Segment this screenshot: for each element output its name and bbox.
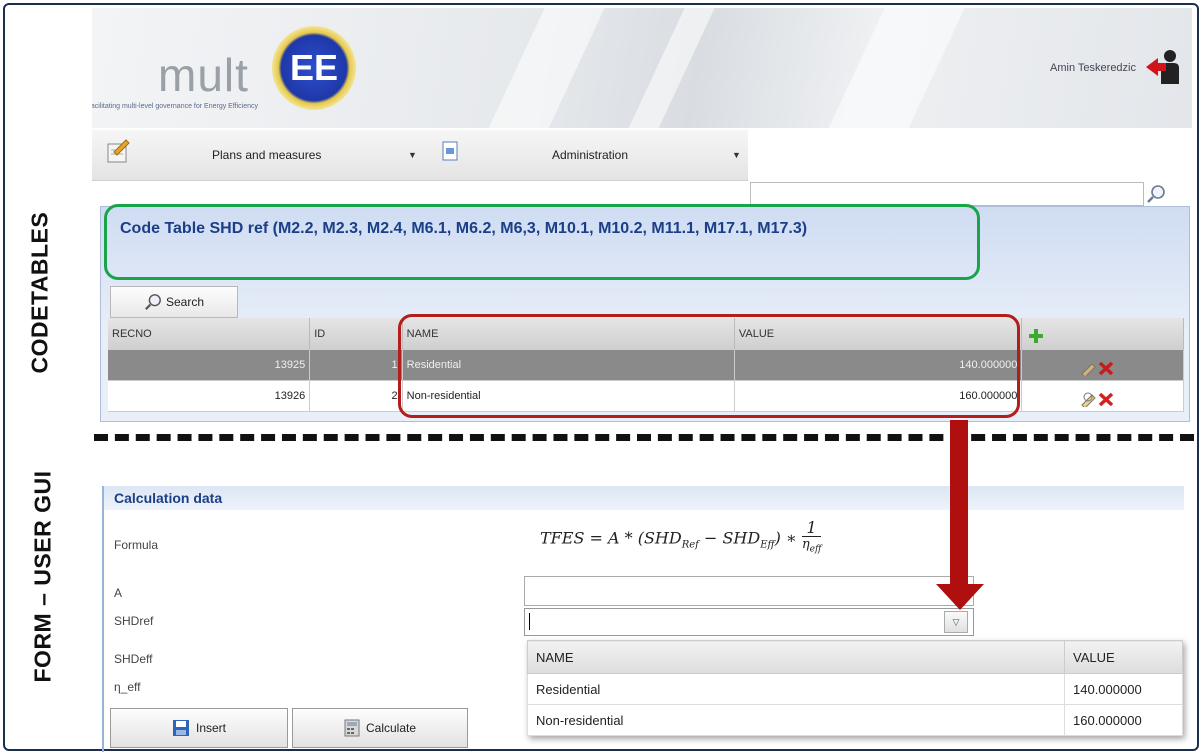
search-button[interactable]: Search — [110, 286, 238, 318]
side-label-form-gui: FORM – USER GUI — [29, 470, 56, 683]
highlight-arrow — [950, 420, 968, 588]
text-cursor — [529, 613, 530, 630]
title-highlight-box — [104, 204, 980, 280]
logo-subtitle: facilitating multi-level governance for … — [92, 103, 258, 110]
cell-id: 2 — [309, 380, 403, 412]
column-header-id[interactable]: ID — [309, 318, 403, 350]
name-value-highlight-box — [398, 314, 1020, 418]
menu-plans-and-measures[interactable]: Plans and measures — [212, 148, 321, 162]
option-name: Residential — [527, 673, 1065, 705]
calculator-icon — [344, 719, 360, 737]
label-eta-eff: η_eff — [114, 680, 141, 694]
delete-icon[interactable] — [1098, 361, 1114, 376]
shdref-combobox[interactable] — [524, 608, 974, 636]
label-formula: Formula — [114, 538, 159, 552]
logo-text: mult — [158, 49, 249, 101]
save-icon — [172, 720, 189, 736]
row-actions — [1081, 392, 1114, 407]
label-shdeff: SHDeff — [114, 652, 153, 666]
row-actions — [1081, 361, 1114, 376]
formula-display: TFES = A * (SHDRef − SHDEff) ∗ 1 ηeff — [540, 518, 822, 555]
cell-recno: 13926 — [108, 380, 311, 412]
insert-button[interactable]: Insert — [110, 708, 288, 748]
notepad-icon — [107, 139, 130, 163]
option-value: 160.000000 — [1064, 704, 1183, 736]
logout-icon[interactable] — [1144, 46, 1184, 86]
side-label-codetables: CODETABLES — [26, 211, 53, 374]
column-header-actions — [1021, 318, 1184, 350]
section-title: Calculation data — [104, 486, 1184, 510]
calculate-button[interactable]: Calculate — [292, 708, 468, 748]
cell-recno: 13925 — [108, 350, 311, 381]
option-value: 140.000000 — [1064, 673, 1183, 705]
highlight-arrow-head — [936, 584, 984, 610]
main-menu-bar: Plans and measures ▼ Administration ▼ — [92, 130, 748, 181]
shdref-dropdown-list: NAME VALUE Residential 140.000000 Non-re… — [527, 640, 1183, 736]
chevron-down-icon[interactable]: ▽ — [944, 611, 968, 633]
dropdown-header-value: VALUE — [1064, 640, 1183, 674]
chevron-down-icon[interactable]: ▼ — [732, 150, 741, 160]
calculate-button-label: Calculate — [365, 721, 417, 735]
menu-administration[interactable]: Administration — [552, 148, 628, 162]
option-name: Non-residential — [527, 704, 1065, 736]
dropdown-option[interactable]: Non-residential 160.000000 — [527, 704, 1183, 736]
chevron-down-icon[interactable]: ▼ — [408, 150, 417, 160]
delete-icon[interactable] — [1098, 392, 1114, 407]
cell-id: 1 — [309, 350, 403, 381]
label-a: A — [114, 586, 123, 600]
label-shdref: SHDref — [114, 614, 154, 628]
header-banner: mult EE facilitating multi-level governa… — [92, 8, 1192, 128]
dropdown-option[interactable]: Residential 140.000000 — [527, 673, 1183, 705]
column-header-recno[interactable]: RECNO — [108, 318, 311, 350]
edit-icon[interactable] — [1081, 392, 1096, 407]
dropdown-header-name: NAME — [527, 640, 1065, 674]
logo-mark: EE — [272, 26, 356, 110]
add-row-icon[interactable] — [1028, 328, 1044, 344]
global-search-input[interactable] — [750, 182, 1144, 206]
insert-button-label: Insert — [195, 721, 226, 735]
user-name[interactable]: Amin Teskeredzic — [1050, 62, 1136, 74]
edit-icon[interactable] — [1081, 363, 1096, 376]
section-divider — [94, 434, 1194, 441]
search-button-label: Search — [165, 295, 205, 309]
input-a[interactable] — [524, 576, 974, 606]
search-icon[interactable] — [1146, 184, 1166, 204]
document-icon — [442, 141, 458, 161]
search-icon — [145, 294, 161, 310]
